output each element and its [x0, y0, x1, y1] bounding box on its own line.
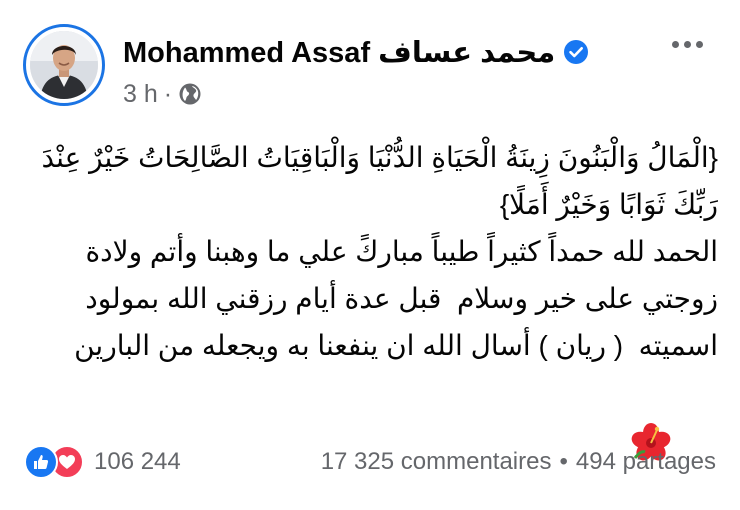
more-dot — [683, 40, 691, 48]
post-timestamp[interactable]: 3 h — [123, 80, 158, 109]
comments-count-link[interactable]: 17 325 commentaires — [321, 448, 552, 476]
more-dot — [695, 40, 703, 48]
shares-count-link[interactable]: 494 partages — [576, 448, 716, 476]
author-row: محمد عساف Mohammed Assaf — [123, 32, 589, 72]
facebook-post: محمد عساف Mohammed Assaf 3 h · {الْمَالُ… — [0, 0, 740, 507]
more-options-button[interactable] — [664, 26, 710, 62]
footer-bullet: • — [559, 448, 568, 475]
globe-icon[interactable] — [178, 82, 202, 106]
more-dot — [671, 40, 679, 48]
author-name[interactable]: محمد عساف Mohammed Assaf — [123, 35, 555, 70]
reaction-count: 106 244 — [94, 448, 181, 475]
like-reaction-icon — [24, 445, 58, 479]
post-text-emoji-line — [28, 369, 718, 510]
post-text-announcement: الحمد لله حمداً كثيراً طيباً مباركً علي … — [74, 236, 718, 361]
reactions-summary[interactable]: 106 244 — [24, 445, 181, 479]
post-text-quran-verse: {الْمَالُ وَالْبَنُونَ زِينَةُ الْحَيَاة… — [33, 142, 718, 220]
post-meta: 3 h · — [123, 80, 202, 108]
meta-separator: · — [163, 79, 173, 108]
post-footer: 106 244 17 325 commentaires • 494 partag… — [24, 442, 716, 482]
avatar-photo — [30, 31, 98, 99]
avatar[interactable] — [30, 31, 98, 99]
avatar-story-ring[interactable] — [23, 24, 105, 106]
verified-badge-icon — [564, 40, 589, 64]
